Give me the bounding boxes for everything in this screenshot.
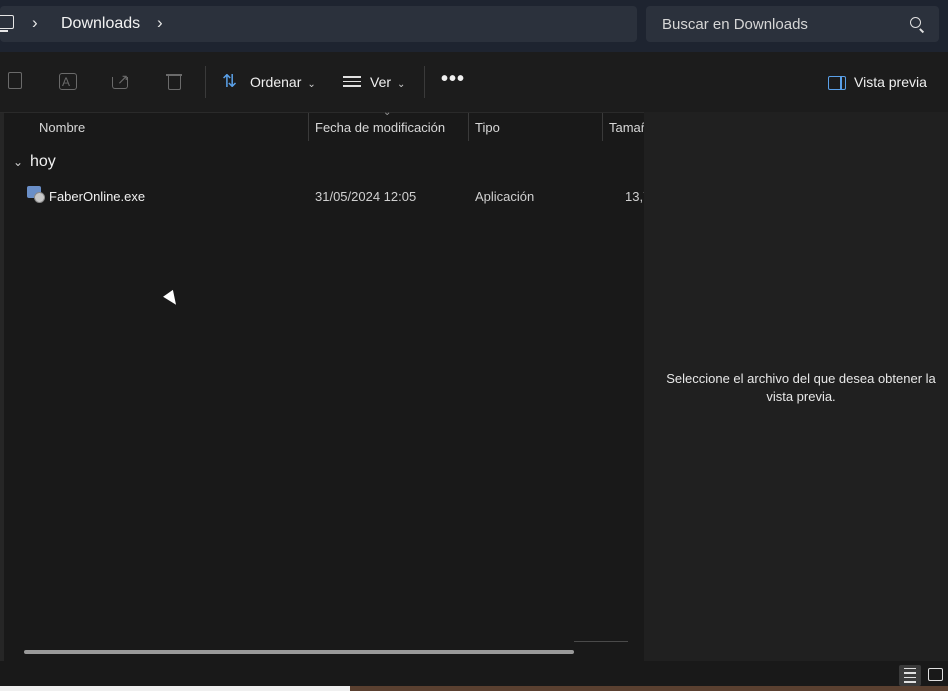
- group-collapse-icon[interactable]: ⌄: [13, 155, 23, 169]
- details-view-button[interactable]: [899, 665, 921, 686]
- copy-icon[interactable]: [6, 72, 24, 90]
- this-pc-icon-stand: [0, 30, 8, 32]
- preview-pane: Seleccione el archivo del que desea obte…: [644, 112, 948, 661]
- view-label: Ver: [370, 74, 392, 90]
- sort-icon[interactable]: ⇅: [222, 72, 237, 90]
- preview-pane-button[interactable]: Vista previa: [854, 74, 927, 90]
- sort-indicator-icon: ⌄: [383, 107, 392, 118]
- toolbar-divider: [205, 66, 206, 98]
- delete-icon[interactable]: [166, 72, 184, 90]
- rename-icon[interactable]: A: [59, 72, 77, 90]
- horizontal-scrollbar[interactable]: [24, 650, 574, 654]
- toolbar-divider: [424, 66, 425, 98]
- column-separator[interactable]: [602, 113, 603, 141]
- sort-button[interactable]: Ordenar ⌄: [250, 74, 316, 90]
- application-badge-icon: [34, 192, 45, 203]
- mouse-cursor-icon: [163, 289, 181, 309]
- this-pc-icon[interactable]: [0, 15, 14, 29]
- preview-pane-icon[interactable]: [828, 76, 846, 90]
- large-icons-view-button[interactable]: [925, 665, 945, 684]
- share-icon[interactable]: ↗: [112, 71, 130, 90]
- file-row[interactable]: FaberOnline.exe 31/05/2024 12:05 Aplicac…: [20, 183, 644, 209]
- more-options-button[interactable]: •••: [441, 68, 465, 91]
- file-name: FaberOnline.exe: [49, 189, 146, 204]
- file-list[interactable]: Nombre ⌄ Fecha de modificación Tipo Tama…: [4, 107, 644, 661]
- view-icon[interactable]: [343, 76, 361, 90]
- column-separator[interactable]: [468, 113, 469, 141]
- chevron-right-icon[interactable]: ›: [32, 13, 38, 33]
- column-header-type[interactable]: Tipo: [475, 120, 500, 135]
- chevron-right-icon[interactable]: ›: [157, 13, 163, 33]
- column-header-date[interactable]: Fecha de modificación: [315, 120, 445, 135]
- search-box[interactable]: Buscar en Downloads: [646, 6, 939, 42]
- status-bar: [0, 661, 948, 686]
- address-bar[interactable]: › Downloads ›: [0, 6, 637, 42]
- chevron-down-icon: ⌄: [397, 79, 406, 90]
- command-bar: A ↗ ⇅ Ordenar ⌄ Ver ⌄ ••• Vista previa: [0, 52, 948, 113]
- column-header-size[interactable]: Tamaño: [609, 120, 644, 135]
- file-size: 13,7: [625, 189, 644, 204]
- column-separator[interactable]: [308, 113, 309, 141]
- file-type: Aplicación: [475, 189, 535, 204]
- preview-message: Seleccione el archivo del que desea obte…: [666, 371, 936, 404]
- column-header-name[interactable]: Nombre: [39, 120, 85, 135]
- chevron-down-icon: ⌄: [307, 79, 316, 90]
- file-date: 31/05/2024 12:05: [315, 189, 417, 204]
- search-icon-handle: [919, 28, 925, 33]
- sort-label: Ordenar: [250, 74, 302, 90]
- desktop-wallpaper-edge: [350, 686, 948, 691]
- scrollbar-track-mark: [574, 641, 628, 642]
- group-header-today[interactable]: hoy: [30, 153, 56, 171]
- view-button[interactable]: Ver ⌄: [370, 74, 405, 90]
- breadcrumb-downloads[interactable]: Downloads: [61, 15, 140, 33]
- search-icon[interactable]: [910, 17, 921, 28]
- search-input[interactable]: Buscar en Downloads: [662, 16, 808, 33]
